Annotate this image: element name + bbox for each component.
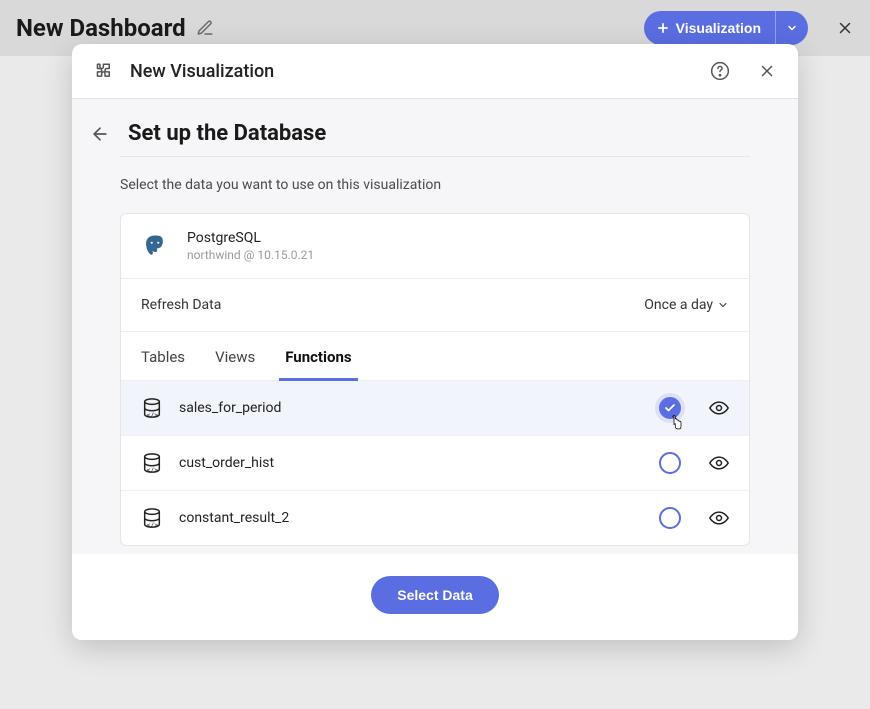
puzzle-icon [94, 60, 116, 82]
new-visualization-modal: New Visualization Set up the Database Se… [72, 44, 798, 640]
data-type-tabs: Tables Views Functions [121, 331, 749, 381]
chevron-down-icon [786, 22, 798, 34]
database-name: PostgreSQL [187, 230, 314, 246]
postgresql-icon [141, 232, 169, 260]
edit-icon[interactable] [196, 19, 214, 37]
preview-icon[interactable] [709, 453, 729, 473]
select-data-button[interactable]: Select Data [371, 576, 498, 614]
svg-text:</>: </> [147, 466, 159, 474]
tab-functions[interactable]: Functions [285, 332, 351, 380]
chevron-down-icon [717, 299, 729, 311]
close-modal-icon[interactable] [758, 62, 776, 80]
list-item[interactable]: </> cust_order_hist [121, 435, 749, 490]
function-name: sales_for_period [179, 400, 643, 416]
select-radio[interactable] [659, 507, 681, 529]
preview-icon[interactable] [709, 398, 729, 418]
add-visualization-button[interactable]: Visualization [644, 11, 808, 45]
modal-header: New Visualization [72, 44, 798, 98]
dashboard-title: New Dashboard [16, 14, 186, 42]
preview-icon[interactable] [709, 508, 729, 528]
back-arrow-icon[interactable] [90, 124, 110, 144]
visualization-dropdown-toggle[interactable] [775, 11, 808, 45]
function-name: constant_result_2 [179, 510, 643, 526]
function-icon: </> [141, 507, 163, 529]
function-icon: </> [141, 397, 163, 419]
tab-views[interactable]: Views [215, 332, 255, 380]
database-row: PostgreSQL northwind @ 10.15.0.21 [121, 214, 749, 278]
refresh-row: Refresh Data Once a day [121, 278, 749, 331]
database-host: northwind @ 10.15.0.21 [187, 248, 314, 262]
add-visualization-label: Visualization [676, 20, 761, 36]
help-icon[interactable] [710, 61, 730, 81]
modal-title: New Visualization [130, 61, 274, 82]
select-radio[interactable] [659, 397, 681, 419]
tab-tables[interactable]: Tables [141, 332, 185, 380]
plus-icon [656, 21, 670, 35]
function-icon: </> [141, 452, 163, 474]
function-name: cust_order_hist [179, 455, 643, 471]
refresh-frequency-value: Once a day [644, 297, 713, 313]
svg-text:</>: </> [147, 411, 159, 419]
select-radio[interactable] [659, 452, 681, 474]
refresh-frequency-dropdown[interactable]: Once a day [644, 297, 729, 313]
instruction-text: Select the data you want to use on this … [120, 177, 750, 193]
svg-text:</>: </> [147, 521, 159, 529]
step-title: Set up the Database [128, 121, 326, 146]
close-dashboard-icon[interactable] [836, 19, 854, 37]
modal-footer: Select Data [72, 554, 798, 640]
database-card: PostgreSQL northwind @ 10.15.0.21 Refres… [120, 213, 750, 546]
list-item[interactable]: </> sales_for_period [121, 381, 749, 435]
refresh-label: Refresh Data [141, 297, 221, 313]
modal-body: Set up the Database Select the data you … [72, 99, 798, 554]
list-item[interactable]: </> constant_result_2 [121, 490, 749, 545]
function-list: </> sales_for_period </> [121, 381, 749, 545]
